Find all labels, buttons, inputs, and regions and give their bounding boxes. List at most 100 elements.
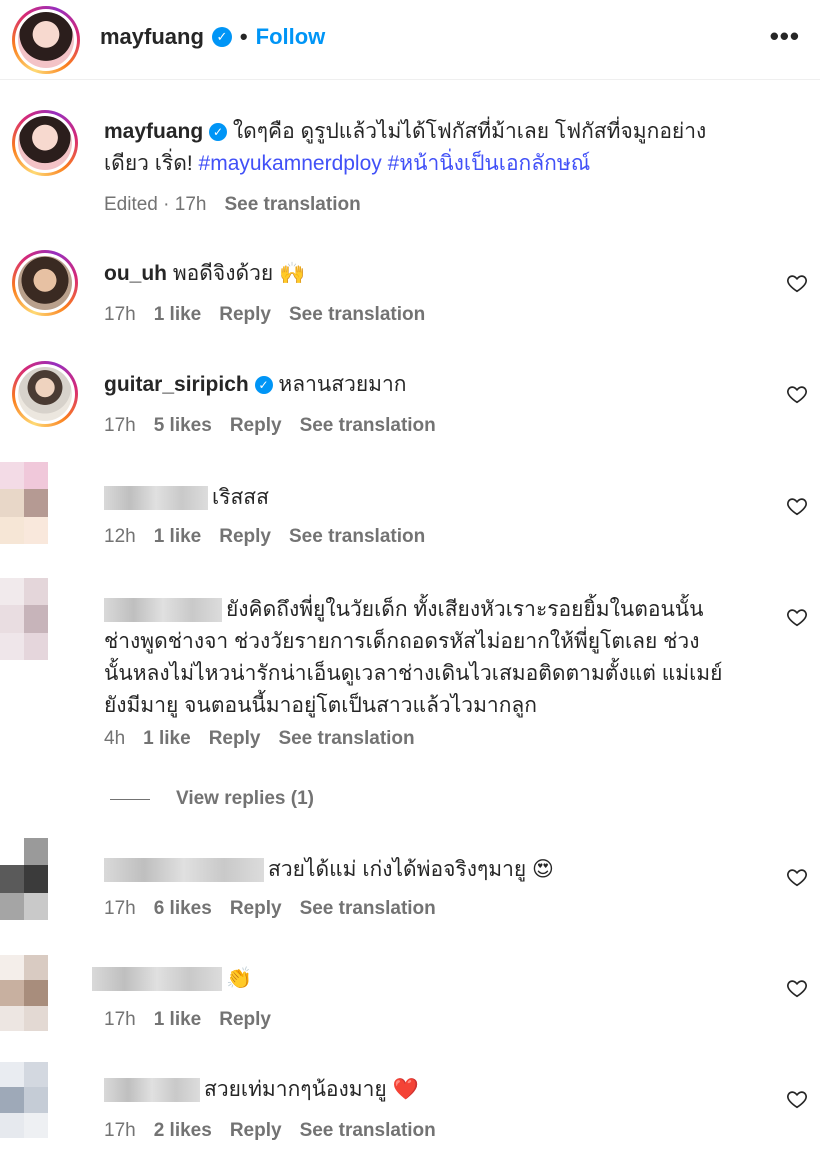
see-translation-link[interactable]: See translation xyxy=(300,1120,436,1142)
comment: ยังคิดถึงพี่ยูในวัยเด็ก ทั้งเสียงหัวเราะ… xyxy=(0,578,820,818)
see-translation-link[interactable]: See translation xyxy=(289,526,425,548)
comment-body-line: ช่างพูดช่างจา ช่วงวัยรายการเด็กถอดรหัสไม… xyxy=(104,630,700,653)
comment-time: 17h xyxy=(104,304,136,325)
divider xyxy=(110,798,150,800)
comment-time: 17h xyxy=(104,1120,136,1141)
follow-button[interactable]: Follow xyxy=(256,24,326,50)
comment: เริสสส 12h 1 like Reply See translation xyxy=(0,462,820,562)
caption-line1: ใดๆคือ ดูรูปแล้วไม่ได้โฟกัสที่ม้าเลย โฟก… xyxy=(232,120,707,143)
heart-outline-icon[interactable] xyxy=(786,272,808,294)
see-translation-link[interactable]: See translation xyxy=(300,898,436,920)
view-replies-label: View replies (1) xyxy=(176,788,314,809)
avatar[interactable] xyxy=(0,578,72,660)
comment-username-redacted[interactable] xyxy=(104,1078,200,1103)
hashtag-link[interactable]: #mayukamnerdploy xyxy=(199,152,382,175)
caption: mayfuang ✓ ใดๆคือ ดูรูปแล้วไม่ได้โฟกัสที… xyxy=(0,110,820,230)
reply-button[interactable]: Reply xyxy=(219,1009,271,1031)
verified-badge-icon: ✓ xyxy=(209,123,228,141)
avatar[interactable] xyxy=(12,361,78,427)
comment: ou_uh พอดีจิงด้วย 🙌 17h 1 like Reply See… xyxy=(0,250,820,340)
likes-count[interactable]: 1 like xyxy=(154,304,202,326)
comment-username-redacted[interactable] xyxy=(104,598,222,623)
instagram-post-comments: mayfuang ✓ • Follow ••• mayfuang ✓ ใดๆคื… xyxy=(0,0,820,1164)
comment-username[interactable]: guitar_siripich xyxy=(104,373,249,396)
reply-button[interactable]: Reply xyxy=(230,898,282,920)
comment: สวยเท่มากๆน้องมายู ❤️ 17h 2 likes Reply … xyxy=(0,1062,820,1162)
avatar[interactable] xyxy=(0,838,72,920)
heart-outline-icon[interactable] xyxy=(786,606,808,628)
comment-meta: 17h 6 likes Reply See translation xyxy=(104,898,436,920)
likes-count[interactable]: 5 likes xyxy=(154,415,212,437)
comment-text: เริสสส xyxy=(104,482,269,514)
avatar[interactable] xyxy=(0,1062,72,1138)
comment: guitar_siripich ✓ หลานสวยมาก 17h 5 likes… xyxy=(0,361,820,451)
more-horizontal-icon[interactable]: ••• xyxy=(770,23,800,49)
comment-text: ยังคิดถึงพี่ยูในวัยเด็ก ทั้งเสียงหัวเราะ… xyxy=(104,594,764,722)
comment-username-redacted[interactable] xyxy=(92,967,222,992)
comment-meta: 4h 1 like Reply See translation xyxy=(104,728,415,750)
comment-body: 👏 xyxy=(226,967,253,990)
avatar[interactable] xyxy=(12,6,80,74)
see-translation-link[interactable]: See translation xyxy=(224,194,360,216)
comment-meta: 17h 2 likes Reply See translation xyxy=(104,1120,436,1142)
likes-count[interactable]: 1 like xyxy=(154,1009,202,1031)
comment-body: พอดีจิงด้วย 🙌 xyxy=(172,262,306,285)
comment-username-redacted[interactable] xyxy=(104,858,264,883)
reply-button[interactable]: Reply xyxy=(219,526,271,548)
separator: • xyxy=(239,24,248,49)
comment-username[interactable]: ou_uh xyxy=(104,262,167,285)
comment-username-redacted[interactable] xyxy=(104,486,208,511)
comment-time: 17h xyxy=(104,415,136,436)
heart-outline-icon[interactable] xyxy=(786,1088,808,1110)
comment-text: 👏 xyxy=(92,963,252,995)
header-username[interactable]: mayfuang xyxy=(100,24,204,50)
header-user: mayfuang ✓ • Follow xyxy=(100,24,325,50)
reply-button[interactable]: Reply xyxy=(209,728,261,750)
heart-outline-icon[interactable] xyxy=(786,495,808,517)
see-translation-link[interactable]: See translation xyxy=(300,415,436,437)
heart-outline-icon[interactable] xyxy=(786,383,808,405)
likes-count[interactable]: 6 likes xyxy=(154,898,212,920)
avatar[interactable] xyxy=(0,462,72,544)
heart-outline-icon[interactable] xyxy=(786,977,808,999)
comment-time: 4h xyxy=(104,728,126,749)
comment-meta: 17h 1 like Reply See translation xyxy=(104,304,425,326)
hashtag-link[interactable]: #หน้านิ่งเป็นเอกลักษณ์ xyxy=(388,152,591,175)
see-translation-link[interactable]: See translation xyxy=(278,728,414,750)
comment-meta: 17h 5 likes Reply See translation xyxy=(104,415,436,437)
post-header: mayfuang ✓ • Follow ••• xyxy=(0,0,820,80)
reply-button[interactable]: Reply xyxy=(219,304,271,326)
comment-time: 17h xyxy=(104,1009,136,1030)
comment-text: สวยเท่มากๆน้องมายู ❤️ xyxy=(104,1074,419,1106)
reply-button[interactable]: Reply xyxy=(230,415,282,437)
see-translation-link[interactable]: See translation xyxy=(289,304,425,326)
reply-button[interactable]: Reply xyxy=(230,1120,282,1142)
comment-text: guitar_siripich ✓ หลานสวยมาก xyxy=(104,369,407,401)
avatar[interactable] xyxy=(12,250,78,316)
comment-time: 17h xyxy=(104,898,136,919)
verified-badge-icon: ✓ xyxy=(211,27,232,47)
comment-text: ou_uh พอดีจิงด้วย 🙌 xyxy=(104,258,305,290)
heart-outline-icon[interactable] xyxy=(786,866,808,888)
comment-body: เริสสส xyxy=(212,486,269,509)
caption-text: mayfuang ✓ ใดๆคือ ดูรูปแล้วไม่ได้โฟกัสที… xyxy=(104,116,784,180)
caption-username[interactable]: mayfuang xyxy=(104,120,203,143)
caption-line2: เดียว เริ่ด! xyxy=(104,152,199,175)
comment-time: 12h xyxy=(104,526,136,547)
likes-count[interactable]: 2 likes xyxy=(154,1120,212,1142)
likes-count[interactable]: 1 like xyxy=(154,526,202,548)
comment-body: สวยได้แม่ เก่งได้พ่อจริงๆมายู 😍 xyxy=(268,858,554,881)
comment: 👏 17h 1 like Reply xyxy=(0,955,820,1045)
caption-meta: Edited · 17h See translation xyxy=(104,194,361,216)
comment-text: สวยได้แม่ เก่งได้พ่อจริงๆมายู 😍 xyxy=(104,854,554,886)
likes-count[interactable]: 1 like xyxy=(143,728,191,750)
comment-meta: 17h 1 like Reply xyxy=(104,1009,271,1031)
comment-body-line: ยังคิดถึงพี่ยูในวัยเด็ก ทั้งเสียงหัวเราะ… xyxy=(226,598,704,621)
avatar[interactable] xyxy=(0,955,72,1031)
comment-body: สวยเท่มากๆน้องมายู ❤️ xyxy=(204,1078,419,1101)
comment-body-line: นั้นหลงไม่ไหวน่ารักน่าเอ็นดูเวลาช่างเดิน… xyxy=(104,662,723,685)
view-replies-button[interactable]: View replies (1) xyxy=(110,788,314,810)
comment: สวยได้แม่ เก่งได้พ่อจริงๆมายู 😍 17h 6 li… xyxy=(0,838,820,938)
edited-time: Edited · 17h xyxy=(104,194,207,215)
avatar[interactable] xyxy=(12,110,78,176)
